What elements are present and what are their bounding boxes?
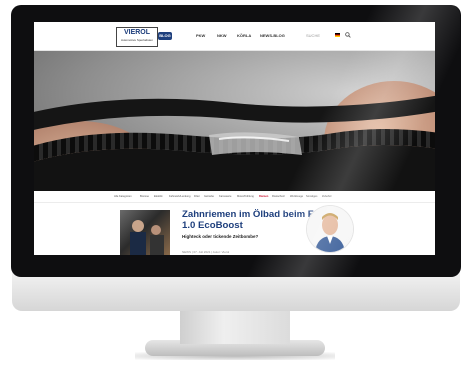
logo-text: VIEROL	[123, 29, 151, 36]
article-thumbnail[interactable]	[120, 210, 170, 255]
category-item[interactable]: Motor/Kühlung	[237, 192, 254, 202]
monitor-chin	[12, 272, 460, 311]
search-icon[interactable]	[345, 32, 351, 38]
site-logo[interactable]: VIEROL Automotive Spezialisten	[116, 27, 158, 47]
article-meta: NEWS | 07. Juli 2021 | Autor: Vierol	[182, 250, 230, 254]
blog-button[interactable]: BLOG	[158, 32, 172, 40]
logo-subtitle: Automotive Spezialisten	[120, 38, 154, 42]
category-item[interactable]: Bremse	[140, 192, 149, 202]
mechanic-photo	[130, 220, 164, 255]
hero-image	[34, 51, 435, 191]
category-item[interactable]: Rostschutz	[272, 192, 285, 202]
category-item-active[interactable]: Riemen	[259, 192, 268, 202]
category-label: Alle Kategorien	[114, 195, 132, 198]
author-avatar	[307, 206, 353, 252]
site-header: VIEROL Automotive Spezialisten BLOG PKW …	[34, 22, 435, 51]
category-item[interactable]: Elektrik	[154, 192, 163, 202]
nav-item-news-blog[interactable]: NEWS-BLOG	[260, 33, 285, 38]
category-item[interactable]: Karosserie	[219, 192, 231, 202]
article-subtitle: Highteck oder tickende Zeitbombe?	[182, 234, 259, 239]
category-item[interactable]: Getriebe	[204, 192, 214, 202]
category-item[interactable]: Werkzeuge	[290, 192, 303, 202]
de-flag-icon[interactable]	[335, 33, 340, 37]
nav-item-nkw[interactable]: NKW	[217, 33, 227, 38]
author-portrait	[307, 206, 353, 252]
timing-belt-image	[34, 95, 435, 191]
monitor-stand-neck	[180, 311, 290, 344]
nav-item-pkw[interactable]: PKW	[196, 33, 205, 38]
category-item[interactable]: Fahrwerk/Lenkung	[169, 192, 190, 202]
category-bar: Alle Kategorien Bremse Elektrik Fahrwerk…	[34, 192, 435, 203]
category-item[interactable]: Filter	[194, 192, 200, 202]
category-item[interactable]: Sonstiges	[306, 192, 317, 202]
monitor-screen: VIEROL Automotive Spezialisten BLOG PKW …	[34, 22, 435, 255]
nav-item-korla[interactable]: KÖRLA	[237, 33, 251, 38]
category-item[interactable]: Zubehör	[322, 192, 332, 202]
